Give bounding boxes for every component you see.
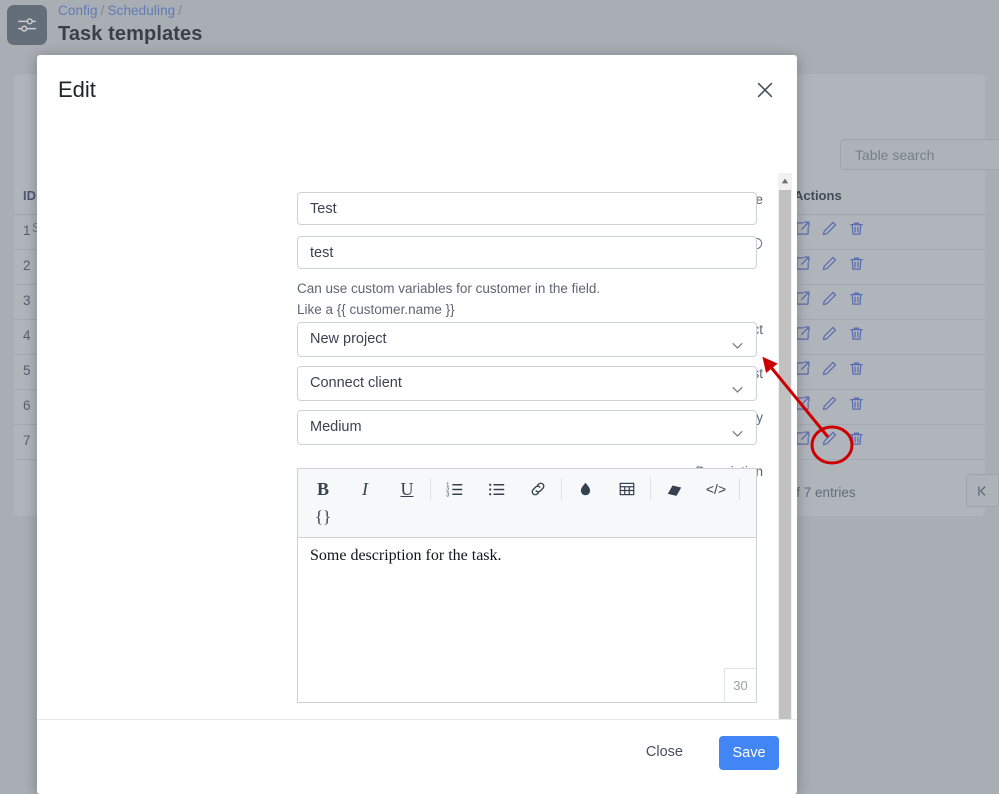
template-title-input[interactable] bbox=[297, 192, 757, 225]
bold-icon[interactable]: B bbox=[302, 475, 344, 503]
editor-toolbar: B I U 1 2 3 </> {} bbox=[297, 468, 757, 538]
dialog-title: Edit bbox=[58, 77, 96, 102]
description-textarea[interactable]: Some description for the task. 30 bbox=[297, 538, 757, 703]
task-title-help-line-1: Can use custom variables for customer in… bbox=[297, 281, 601, 296]
chevron-down-icon bbox=[730, 333, 745, 366]
dialog-footer: Close Save bbox=[37, 719, 797, 794]
description-content: Some description for the task. bbox=[310, 547, 502, 564]
link-icon[interactable] bbox=[517, 475, 559, 503]
project-select-value: New project bbox=[310, 331, 387, 347]
close-x-icon[interactable] bbox=[750, 75, 780, 105]
dialog-body: Template title Task title Can use custom… bbox=[37, 119, 797, 715]
toolbar-divider bbox=[430, 478, 431, 500]
checklist-select[interactable]: Connect client bbox=[297, 366, 757, 401]
task-title-help-line-2: Like a {{ customer.name }} bbox=[297, 302, 455, 317]
chevron-down-icon bbox=[730, 421, 745, 454]
svg-text:3: 3 bbox=[446, 492, 449, 498]
underline-icon[interactable]: U bbox=[386, 475, 428, 503]
scrollbar-thumb[interactable] bbox=[779, 190, 791, 755]
dialog-scrollbar[interactable] bbox=[778, 173, 792, 779]
edit-task-template-dialog: Edit Template title Task title bbox=[37, 55, 797, 794]
eraser-clear-format-icon[interactable] bbox=[653, 475, 695, 503]
close-button[interactable]: Close bbox=[640, 743, 689, 761]
toolbar-divider bbox=[561, 478, 562, 500]
description-editor: B I U 1 2 3 </> {} Some description for … bbox=[297, 468, 757, 703]
character-counter: 30 bbox=[724, 668, 756, 702]
bullet-list-icon[interactable] bbox=[475, 475, 517, 503]
toolbar-divider bbox=[739, 478, 740, 500]
task-title-input[interactable] bbox=[297, 236, 757, 269]
project-select[interactable]: New project bbox=[297, 322, 757, 357]
priority-select[interactable]: Medium bbox=[297, 410, 757, 445]
variables-braces-icon[interactable]: {} bbox=[302, 503, 344, 531]
checklist-select-value: Connect client bbox=[310, 375, 402, 391]
code-view-icon[interactable]: </> bbox=[695, 475, 737, 503]
chevron-down-icon bbox=[730, 377, 745, 410]
scroll-up-arrow-icon[interactable] bbox=[778, 173, 792, 189]
italic-icon[interactable]: I bbox=[344, 475, 386, 503]
priority-select-value: Medium bbox=[310, 419, 362, 435]
save-button[interactable]: Save bbox=[719, 736, 779, 770]
table-icon[interactable] bbox=[606, 475, 648, 503]
text-color-droplet-icon[interactable] bbox=[564, 475, 606, 503]
toolbar-divider bbox=[650, 478, 651, 500]
ordered-list-icon[interactable]: 1 2 3 bbox=[433, 475, 475, 503]
